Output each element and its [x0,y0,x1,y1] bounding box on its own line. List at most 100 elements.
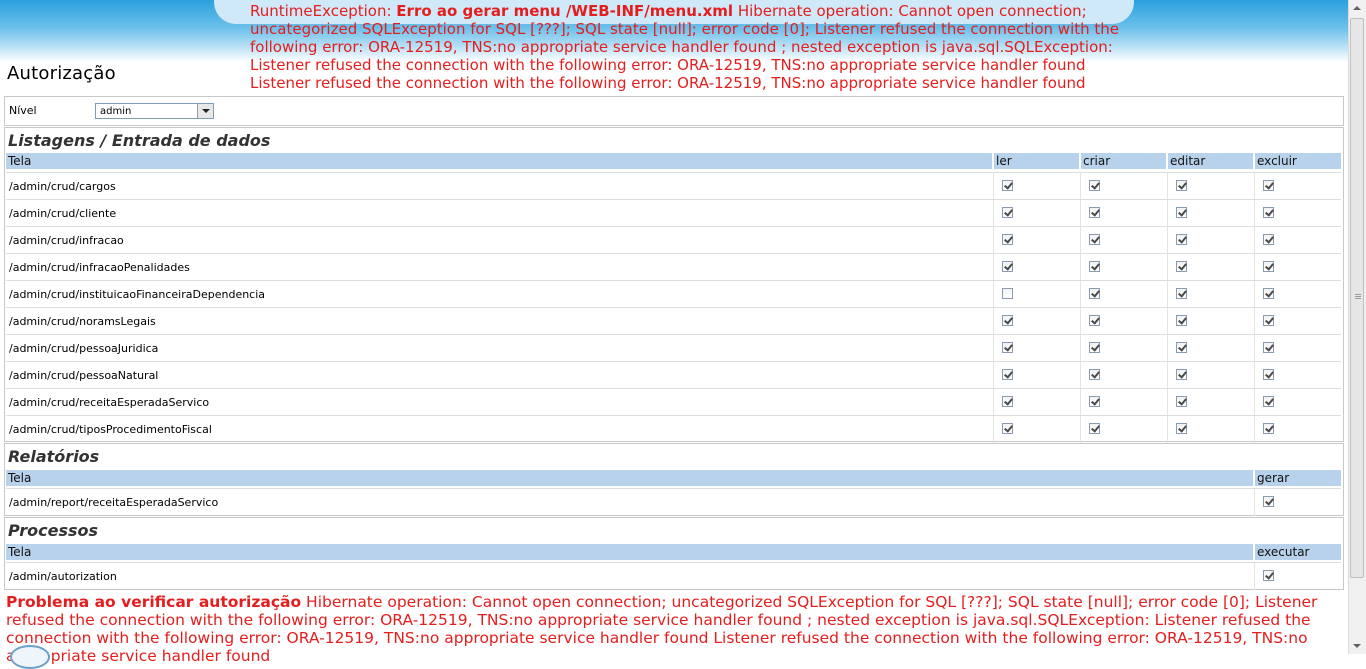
column-separator [1167,308,1168,335]
row-path: /admin/autorization [9,570,117,583]
editar-checkbox[interactable] [1176,342,1187,353]
nivel-select[interactable]: admin [95,103,214,119]
chevron-down-icon[interactable] [197,104,213,118]
column-separator [1080,416,1081,443]
scroll-up-icon[interactable] [1349,0,1365,16]
top-error-message: RuntimeException: Erro ao gerar menu /WE… [250,2,1130,92]
header-gerar: gerar [1257,471,1290,485]
column-separator [993,335,994,362]
column-separator [1167,389,1168,416]
column-separator [1080,254,1081,281]
column-separator [993,227,994,254]
nivel-label: Nível [9,104,37,117]
excluir-checkbox[interactable] [1263,369,1274,380]
relatorios-header-row: Tela gerar [6,470,1341,486]
column-separator [1254,416,1255,443]
excluir-checkbox[interactable] [1263,423,1274,434]
excluir-checkbox[interactable] [1263,180,1274,191]
column-separator [993,254,994,281]
column-separator [1254,335,1255,362]
column-separator [1254,173,1255,200]
ler-checkbox[interactable] [1002,396,1013,407]
gerar-checkbox[interactable] [1263,496,1274,507]
column-separator [1254,362,1255,389]
excluir-checkbox[interactable] [1263,288,1274,299]
ler-checkbox[interactable] [1002,369,1013,380]
editar-checkbox[interactable] [1176,369,1187,380]
editar-checkbox[interactable] [1176,423,1187,434]
vertical-scrollbar[interactable] [1348,0,1366,654]
criar-checkbox[interactable] [1089,288,1100,299]
processos-title: Processos [8,521,99,540]
editar-checkbox[interactable] [1176,180,1187,191]
criar-checkbox[interactable] [1089,423,1100,434]
ler-checkbox[interactable] [1002,261,1013,272]
top-error-title: Erro ao gerar menu /WEB-INF/menu.xml [396,2,734,20]
criar-checkbox[interactable] [1089,342,1100,353]
column-separator [1167,335,1168,362]
excluir-checkbox[interactable] [1263,396,1274,407]
table-row: /admin/crud/pessoaJuridica [6,334,1341,362]
criar-checkbox[interactable] [1089,369,1100,380]
editar-checkbox[interactable] [1176,396,1187,407]
table-row: /admin/crud/receitaEsperadaServico [6,388,1341,416]
listagens-header-row: Tela ler criar editar excluir [6,153,1341,169]
column-separator [1254,563,1255,590]
editar-checkbox[interactable] [1176,234,1187,245]
excluir-checkbox[interactable] [1263,342,1274,353]
header-separator [1253,153,1255,169]
page-title: Autorização [7,63,116,84]
listagens-panel: Listagens / Entrada de dados Tela ler cr… [4,127,1344,443]
excluir-checkbox[interactable] [1263,234,1274,245]
row-path: /admin/crud/instituicaoFinanceiraDepende… [9,288,266,301]
ler-checkbox[interactable] [1002,180,1013,191]
nivel-select-value: admin [100,106,132,117]
excluir-checkbox[interactable] [1263,315,1274,326]
header-ler: ler [996,154,1012,168]
criar-checkbox[interactable] [1089,396,1100,407]
ler-checkbox[interactable] [1002,342,1013,353]
ler-checkbox[interactable] [1002,315,1013,326]
column-separator [1167,362,1168,389]
criar-checkbox[interactable] [1089,315,1100,326]
row-path: /admin/crud/cargos [9,180,116,193]
criar-checkbox[interactable] [1089,207,1100,218]
relatorios-title: Relatórios [8,447,100,466]
table-row: /admin/crud/infracao [6,226,1341,254]
row-path: /admin/crud/tiposProcedimentoFiscal [9,423,212,436]
ler-checkbox[interactable] [1002,207,1013,218]
executar-checkbox[interactable] [1263,570,1274,581]
column-separator [993,362,994,389]
criar-checkbox[interactable] [1089,180,1100,191]
row-path: /admin/crud/cliente [9,207,117,220]
editar-checkbox[interactable] [1176,315,1187,326]
column-separator [1080,308,1081,335]
column-separator [1254,200,1255,227]
editar-checkbox[interactable] [1176,288,1187,299]
column-separator [1167,281,1168,308]
grip-icon [1355,294,1361,295]
header-tela: Tela [8,545,32,559]
criar-checkbox[interactable] [1089,261,1100,272]
column-separator [1254,389,1255,416]
ler-checkbox[interactable] [1002,234,1013,245]
ler-checkbox[interactable] [1002,423,1013,434]
column-separator [1080,281,1081,308]
scrollbar-thumb[interactable] [1350,18,1364,578]
column-separator [1080,362,1081,389]
header-excluir: excluir [1257,154,1297,168]
editar-checkbox[interactable] [1176,261,1187,272]
scroll-down-icon[interactable] [1349,638,1365,654]
column-separator [993,200,994,227]
criar-checkbox[interactable] [1089,234,1100,245]
column-separator [1167,227,1168,254]
row-path: /admin/crud/noramsLegais [9,315,156,328]
excluir-checkbox[interactable] [1263,261,1274,272]
top-error-prefix: RuntimeException: [250,2,397,20]
excluir-checkbox[interactable] [1263,207,1274,218]
row-path: /admin/crud/pessoaJuridica [9,342,159,355]
editar-checkbox[interactable] [1176,207,1187,218]
ler-checkbox[interactable] [1002,288,1013,299]
bottom-error-message: Problema ao verificar autorização Hibern… [6,593,1346,665]
row-path: /admin/crud/infracao [9,234,124,247]
